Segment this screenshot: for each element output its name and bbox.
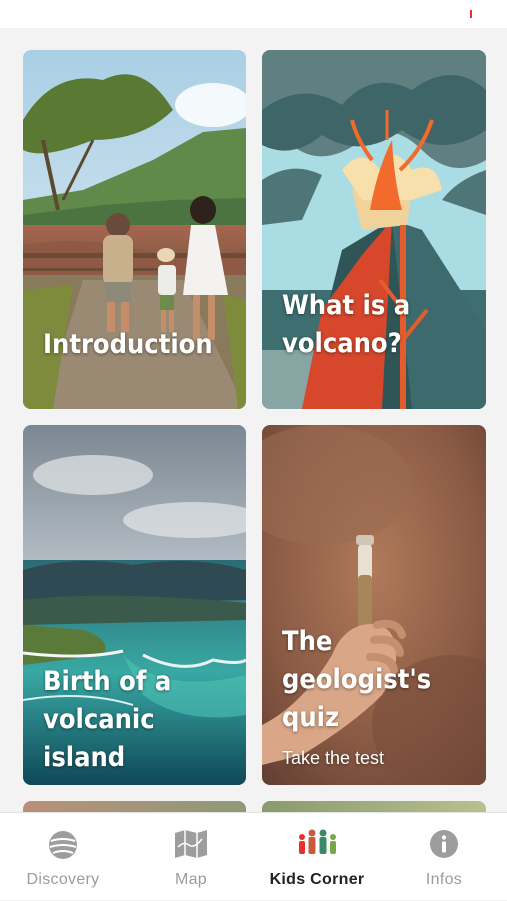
card-introduction[interactable]: Introduction xyxy=(23,50,246,409)
card-birth-of-a-volcanic-island[interactable]: Birth of a volcanic island xyxy=(23,425,246,785)
card-title: The geologist's quiz xyxy=(282,623,472,737)
card-subtitle: Take the test xyxy=(282,748,385,768)
card-title-line: geologist's xyxy=(282,664,432,695)
tab-infos[interactable]: Infos xyxy=(381,813,507,901)
tab-label: Map xyxy=(174,871,208,888)
card-title: Introduction xyxy=(43,326,232,364)
card-title-line: Birth of a xyxy=(43,666,172,697)
planet-icon xyxy=(47,829,79,865)
card-title-line: What is a xyxy=(282,290,411,321)
tab-kids-corner[interactable]: Kids Corner xyxy=(254,813,380,901)
kids-corner-grid: Introduction What is a volcano? Birth of… xyxy=(0,0,507,812)
card-what-is-a-volcano[interactable]: What is a volcano? xyxy=(262,50,486,409)
card-title-line: quiz xyxy=(282,702,340,733)
card-title-line: volcano? xyxy=(282,328,402,359)
card-partial-left[interactable] xyxy=(23,801,246,812)
map-icon xyxy=(174,829,208,863)
card-title-line: Introduction xyxy=(43,329,213,360)
info-icon xyxy=(429,829,459,863)
bottom-tab-bar: Discovery Map Kids Corner Infos xyxy=(0,812,507,900)
tab-map[interactable]: Map xyxy=(128,813,254,901)
card-title: What is a volcano? xyxy=(282,287,472,363)
tab-label: Discovery xyxy=(26,871,100,888)
tab-label: Infos xyxy=(425,871,463,888)
card-title-line: volcanic island xyxy=(43,704,155,773)
card-title: Birth of a volcanic island xyxy=(43,663,232,777)
card-geologists-quiz[interactable]: The geologist's quiz Take the test xyxy=(262,425,486,785)
card-title-line: The xyxy=(282,626,333,657)
tab-label: Kids Corner xyxy=(269,871,365,888)
card-partial-right[interactable] xyxy=(262,801,486,812)
family-icon xyxy=(296,829,338,859)
tab-discovery[interactable]: Discovery xyxy=(0,813,126,901)
